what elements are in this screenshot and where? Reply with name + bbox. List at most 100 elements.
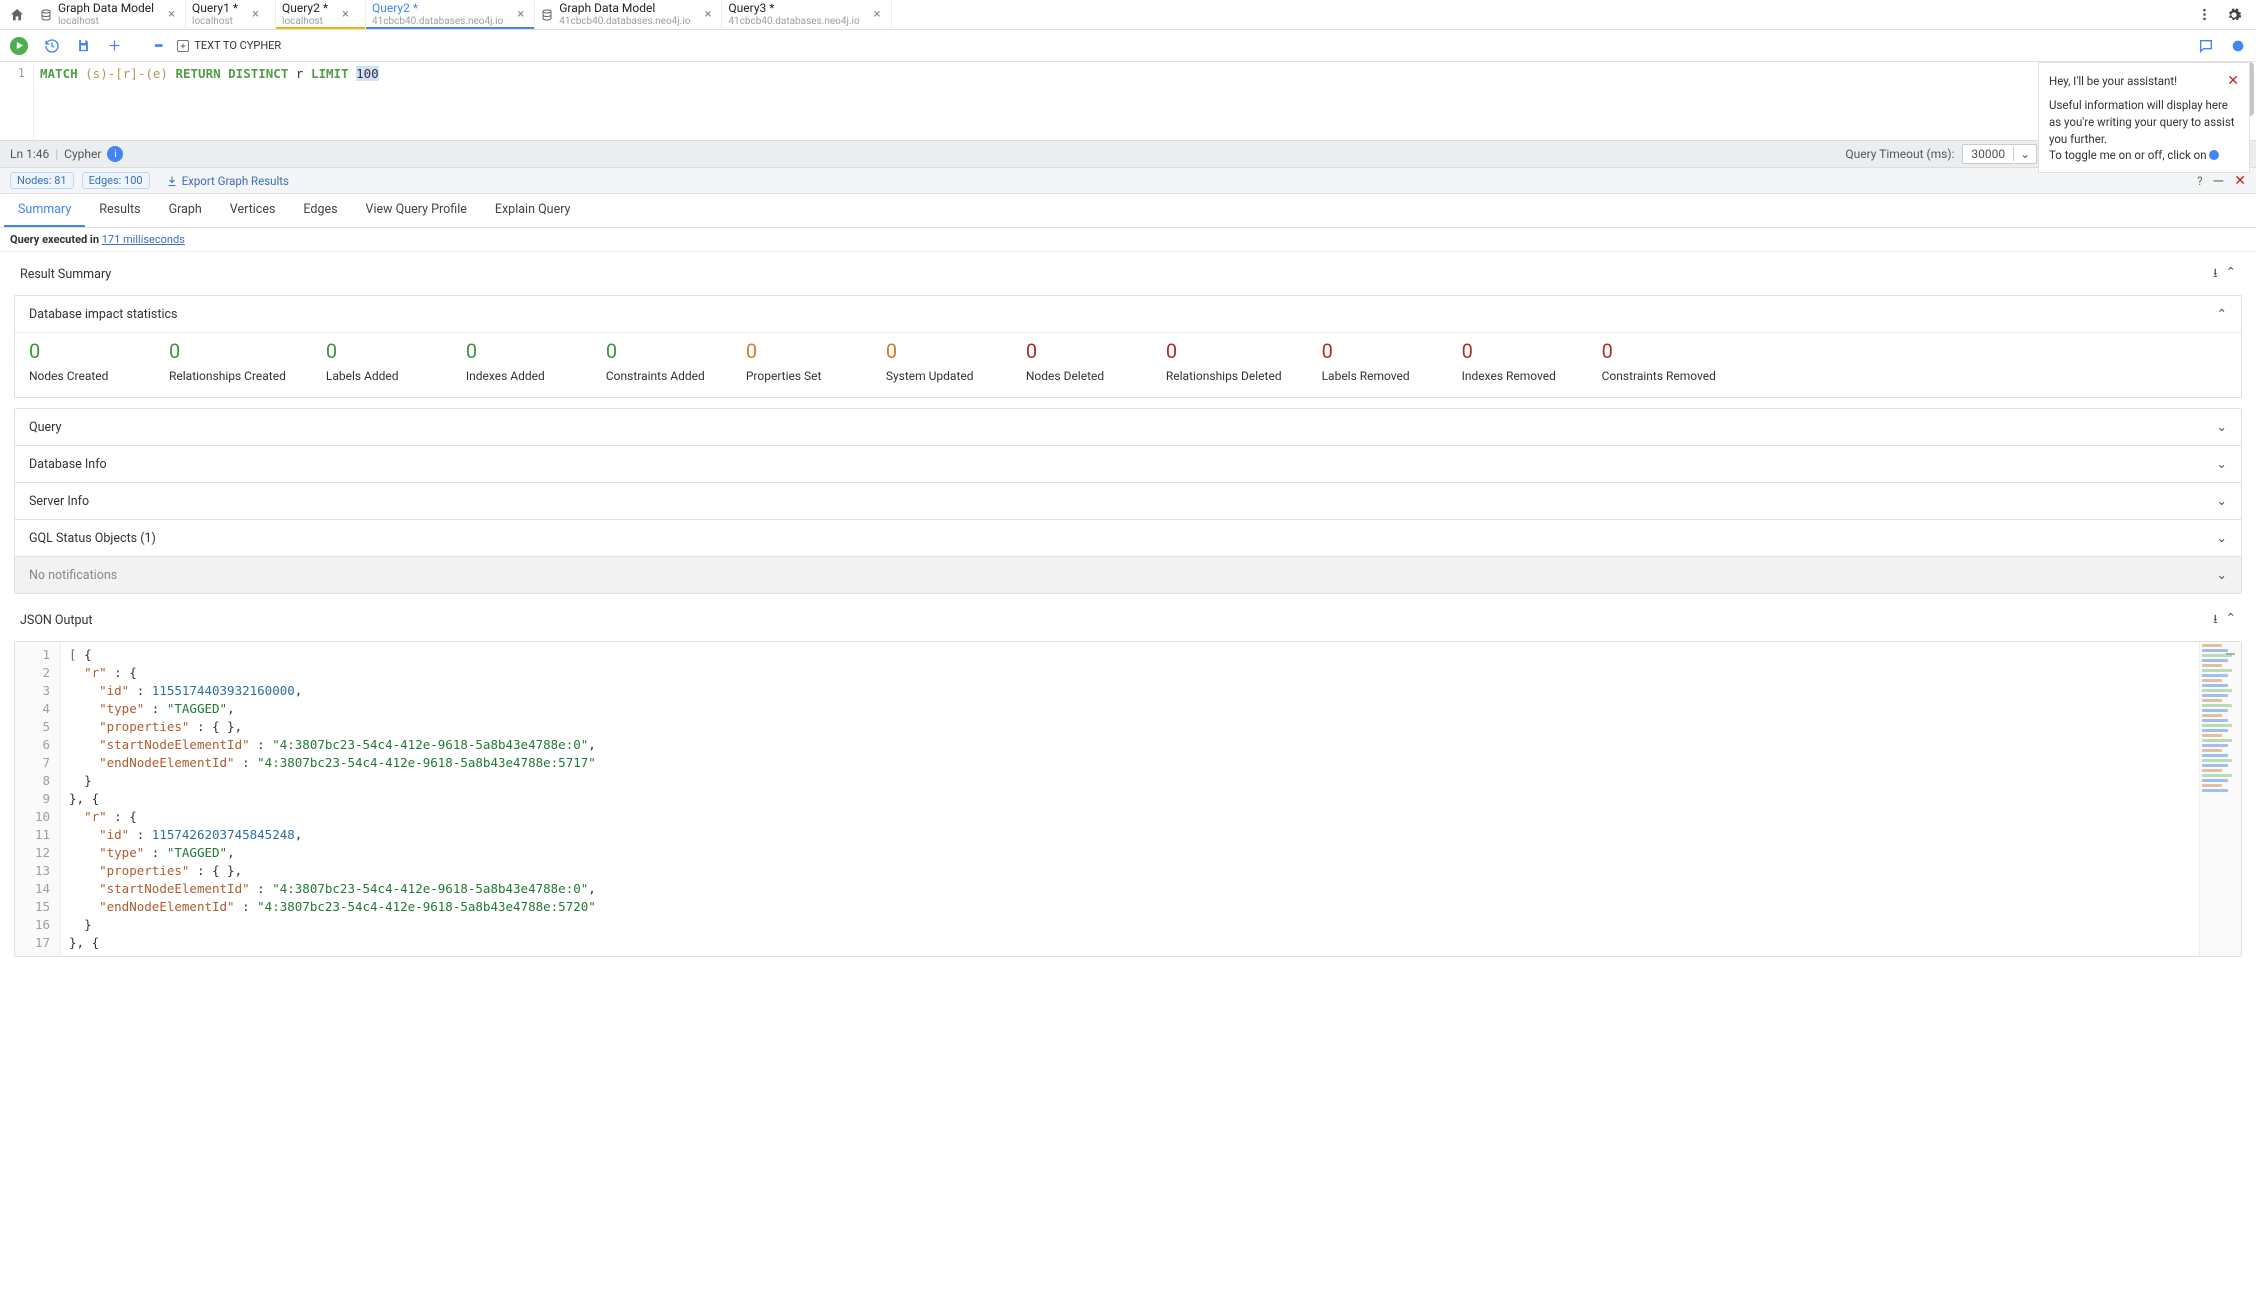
export-graph-button[interactable]: Export Graph Results xyxy=(166,174,289,188)
edges-badge[interactable]: Edges: 100 xyxy=(82,172,150,189)
stat-label: Labels Removed xyxy=(1322,369,1422,383)
close-icon[interactable]: × xyxy=(342,7,349,22)
info-icon[interactable]: i xyxy=(107,146,123,162)
run-button[interactable] xyxy=(10,37,28,55)
save-icon[interactable] xyxy=(76,38,91,53)
section-server-info[interactable]: Server Info ⌄ xyxy=(15,482,2241,519)
tab-2[interactable]: Query2 *localhost× xyxy=(276,0,366,29)
chevron-down-icon[interactable]: ⌄ xyxy=(2013,147,2036,161)
stat-label: Labels Added xyxy=(326,369,426,383)
json-minimap[interactable] xyxy=(2199,642,2241,956)
tab-title: Query2 * xyxy=(282,2,328,15)
section-title: No notifications xyxy=(29,568,117,583)
result-tab-graph[interactable]: Graph xyxy=(155,194,216,227)
stat-relationships-created: 0 Relationships Created xyxy=(169,339,286,383)
section-query[interactable]: Query⌄ xyxy=(15,409,2241,445)
close-panel-icon[interactable]: ✕ xyxy=(2234,173,2246,189)
section-title: Database Info xyxy=(29,457,107,472)
tab-title: Query3 * xyxy=(728,2,859,15)
stat-label: Relationships Created xyxy=(169,369,286,383)
gear-icon[interactable] xyxy=(2226,7,2242,23)
query-toolbar: ••• TEXT TO CYPHER xyxy=(0,30,2256,62)
history-icon[interactable] xyxy=(44,38,60,54)
chevron-down-icon[interactable]: ⌄ xyxy=(2217,456,2227,472)
impact-title: Database impact statistics xyxy=(29,307,178,322)
chevron-down-icon[interactable]: ⌄ xyxy=(2217,493,2227,509)
json-fold-icon[interactable]: — xyxy=(2226,644,2235,662)
download-json-icon[interactable]: ⭳ xyxy=(2213,610,2217,631)
minimize-icon[interactable]: — xyxy=(2213,172,2225,190)
stat-label: Constraints Removed xyxy=(1602,369,1716,383)
help-icon[interactable]: ? xyxy=(2197,174,2202,188)
editor-gutter: 1 xyxy=(0,62,34,140)
tab-title: Graph Data Model xyxy=(559,2,690,15)
section-title: Server Info xyxy=(29,494,89,509)
ellipsis-icon[interactable]: ••• xyxy=(154,39,161,53)
close-icon[interactable]: × xyxy=(517,7,524,22)
tab-1[interactable]: Query1 *localhost× xyxy=(186,0,276,29)
result-tab-edges[interactable]: Edges xyxy=(289,194,351,227)
close-icon[interactable]: × xyxy=(168,7,175,22)
stat-value: 0 xyxy=(466,339,566,363)
assistant-popover: Hey, I'll be your assistant! ✕ Useful in… xyxy=(2038,62,2250,173)
nodes-badge[interactable]: Nodes: 81 xyxy=(10,172,74,189)
assistant-close-icon[interactable]: ✕ xyxy=(2227,71,2239,91)
collapse-json-icon[interactable]: ⌃ xyxy=(2226,610,2236,631)
section-database-info[interactable]: Database Info ⌄ xyxy=(15,445,2241,482)
result-counts-strip: Nodes: 81 Edges: 100 Export Graph Result… xyxy=(0,168,2256,194)
stat-indexes-removed: 0Indexes Removed xyxy=(1462,339,1562,383)
section-gql-status-objects-1-[interactable]: GQL Status Objects (1)⌄ xyxy=(15,519,2241,556)
add-icon[interactable] xyxy=(107,38,122,53)
result-tab-summary[interactable]: Summary xyxy=(4,194,85,227)
json-output-title: JSON Output xyxy=(20,613,93,628)
result-tab-explain-query[interactable]: Explain Query xyxy=(481,194,585,227)
tab-5[interactable]: Query3 *41cbcb40.databases.neo4j.io × xyxy=(722,0,891,29)
tab-strip: Graph Data Modellocalhost×Query1 *localh… xyxy=(0,0,2256,30)
result-tab-view-query-profile[interactable]: View Query Profile xyxy=(352,194,481,227)
stat-label: Nodes Created xyxy=(29,369,129,383)
query-editor[interactable]: 1 MATCH (s)-[r]-(e) RETURN DISTINCT r LI… xyxy=(0,62,2256,140)
stat-indexes-added: 0Indexes Added xyxy=(466,339,566,383)
stat-value: 0 xyxy=(886,339,986,363)
result-panels: Result Summary ⭳ ⌃ Database impact stati… xyxy=(0,252,2256,1305)
assistant-title: Hey, I'll be your assistant! xyxy=(2049,73,2177,90)
close-icon[interactable]: × xyxy=(252,7,259,22)
stat-value: 0 xyxy=(169,339,286,363)
tab-0[interactable]: Graph Data Modellocalhost× xyxy=(34,0,186,29)
stat-relationships-deleted: 0Relationships Deleted xyxy=(1166,339,1282,383)
tab-subtitle: 41cbcb40.databases.neo4j.io xyxy=(559,15,690,28)
tab-title: Query2 * xyxy=(372,2,503,15)
chevron-down-icon[interactable]: ⌄ xyxy=(2217,419,2227,435)
more-vert-icon[interactable] xyxy=(2197,7,2212,22)
section-no-notifications: No notifications ⌄ xyxy=(15,556,2241,593)
chevron-down-icon: ⌄ xyxy=(2217,567,2227,583)
download-icon[interactable]: ⭳ xyxy=(2213,264,2217,285)
database-icon xyxy=(40,9,52,21)
collapse-icon[interactable]: ⌃ xyxy=(2226,264,2236,285)
assistant-toggle-icon[interactable] xyxy=(2230,38,2246,54)
tab-subtitle: localhost xyxy=(192,15,238,28)
editor-content[interactable]: MATCH (s)-[r]-(e) RETURN DISTINCT r LIMI… xyxy=(34,62,2256,140)
chevron-down-icon[interactable]: ⌄ xyxy=(2217,530,2227,546)
execution-ms-link[interactable]: 171 milliseconds xyxy=(102,233,185,246)
tab-3[interactable]: Query2 *41cbcb40.databases.neo4j.io × xyxy=(366,0,535,29)
result-tab-results[interactable]: Results xyxy=(85,194,154,227)
result-tabs: SummaryResultsGraphVerticesEdgesView Que… xyxy=(0,194,2256,228)
stat-label: System Updated xyxy=(886,369,986,383)
chat-icon[interactable] xyxy=(2198,38,2214,54)
stat-label: Nodes Deleted xyxy=(1026,369,1126,383)
timeout-input[interactable]: 30000 ⌄ xyxy=(1962,144,2037,164)
json-code[interactable]: [ { "r" : { "id" : 1155174403932160000, … xyxy=(61,642,2199,956)
tab-subtitle: 41cbcb40.databases.neo4j.io xyxy=(372,15,503,28)
tab-subtitle: 41cbcb40.databases.neo4j.io xyxy=(728,15,859,28)
result-tab-vertices[interactable]: Vertices xyxy=(216,194,290,227)
stat-value: 0 xyxy=(326,339,426,363)
text-to-cypher-button[interactable]: TEXT TO CYPHER xyxy=(177,39,281,52)
close-icon[interactable]: × xyxy=(704,7,711,22)
close-icon[interactable]: × xyxy=(874,7,881,22)
database-icon xyxy=(541,9,553,21)
tab-4[interactable]: Graph Data Model41cbcb40.databases.neo4j… xyxy=(535,0,722,29)
impact-stats: 0 Nodes Created 0 Relationships Created 0 Lab… xyxy=(15,332,2241,397)
chevron-up-icon[interactable]: ⌃ xyxy=(2217,306,2227,322)
home-button[interactable] xyxy=(0,0,34,29)
